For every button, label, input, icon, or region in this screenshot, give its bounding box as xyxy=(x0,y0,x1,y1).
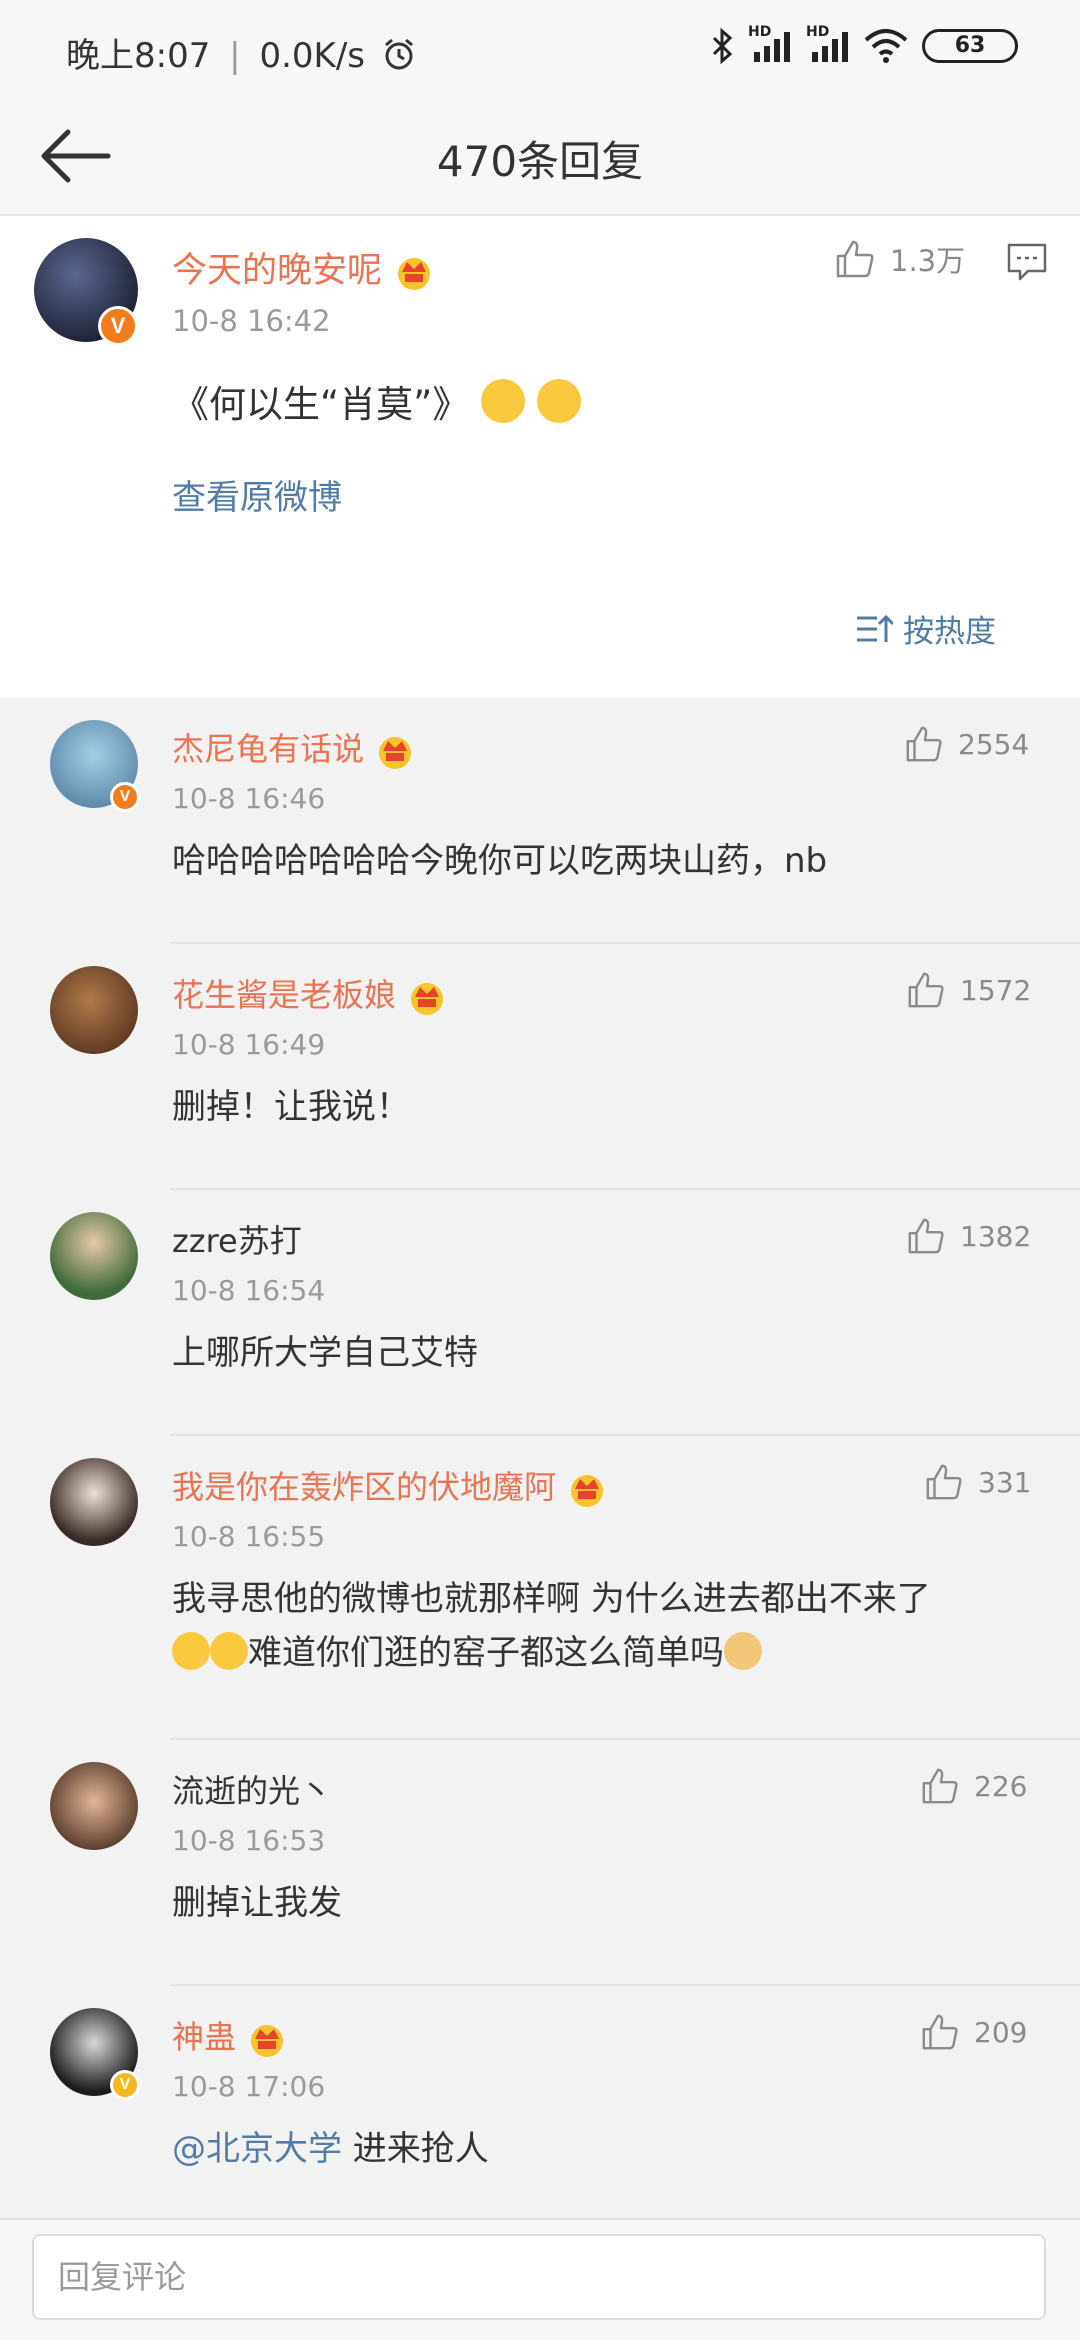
page-title: 470条回复 xyxy=(436,137,644,186)
main-comment: V 今天的晚安呢 10-8 16:42 1.3万 《何以生“肖莫”》 查看原微博… xyxy=(0,216,1080,698)
like-count: 2554 xyxy=(958,727,1030,761)
sort-label: 按热度 xyxy=(903,614,996,650)
crown-icon xyxy=(571,1475,604,1507)
like-button[interactable]: 226 xyxy=(920,1766,1027,1806)
list-item: 我是你在轰炸区的伏地魔阿 10-8 16:55 331 我寻思他的微博也就那样啊… xyxy=(0,1436,1080,1740)
like-count: 331 xyxy=(978,1465,1032,1499)
reply-text-line2: 难道你们逛的窑子都这么简单吗 xyxy=(248,1633,724,1673)
comment-icon[interactable] xyxy=(1006,242,1048,282)
reply-text: @北京大学 进来抢人 xyxy=(172,2122,1042,2176)
author-name[interactable]: 神蛊 xyxy=(172,2018,236,2056)
crown-icon xyxy=(398,258,431,290)
reply-time: 10-8 16:55 xyxy=(172,1520,326,1553)
reply-time: 10-8 16:53 xyxy=(172,1824,326,1857)
reply-author[interactable]: 流逝的光丶 xyxy=(172,1766,332,1812)
mention-link[interactable]: @北京大学 xyxy=(172,2129,342,2169)
like-count: 1.3万 xyxy=(890,244,966,278)
sort-button[interactable]: 按热度 xyxy=(855,606,996,651)
like-count: 1382 xyxy=(960,1219,1032,1253)
crown-icon xyxy=(379,737,412,769)
comment-author[interactable]: 今天的晚安呢 xyxy=(172,242,435,293)
like-button[interactable]: 331 xyxy=(924,1462,1031,1502)
reply-text: 上哪所大学自己艾特 xyxy=(172,1333,478,1373)
nav-bar: 470条回复 xyxy=(0,100,1080,216)
like-button[interactable]: 1.3万 xyxy=(834,238,965,280)
reply-time: 10-8 16:49 xyxy=(172,1028,326,1061)
reply-text: 删掉！让我说！ xyxy=(172,1087,410,1127)
like-count: 1572 xyxy=(960,973,1032,1007)
reply-text-line1: 我寻思他的微博也就那样啊 为什么进去都出不来了 xyxy=(172,1579,931,1619)
list-item: V 杰尼龟有话说 10-8 16:46 2554 哈哈哈哈哈哈哈今晚你可以吃两块… xyxy=(0,698,1080,944)
like-button[interactable]: 2554 xyxy=(904,724,1029,764)
reply-author[interactable]: 花生酱是老板娘 xyxy=(172,970,448,1017)
reply-author[interactable]: 神蛊 xyxy=(172,2012,288,2059)
verified-icon: V xyxy=(98,306,138,346)
reply-author[interactable]: 我是你在轰炸区的伏地魔阿 xyxy=(172,1462,608,1509)
reply-input[interactable]: 回复评论 xyxy=(32,2234,1046,2320)
status-right: HD HD 63 xyxy=(710,24,1018,64)
list-item: V 神蛊 10-8 17:06 209 @北京大学 进来抢人 xyxy=(0,1986,1080,2218)
avatar[interactable] xyxy=(50,1458,138,1546)
sort-icon xyxy=(857,614,893,642)
reply-author[interactable]: zzre苏打 xyxy=(172,1216,302,1262)
avatar[interactable] xyxy=(50,1762,138,1850)
like-icon xyxy=(908,1218,944,1254)
author-name[interactable]: 今天的晚安呢 xyxy=(172,251,382,291)
reply-text: 哈哈哈哈哈哈哈今晚你可以吃两块山药，nb xyxy=(172,841,828,881)
surprised-emoji-icon xyxy=(536,379,581,423)
like-icon xyxy=(926,1464,962,1500)
comment-body: 《何以生“肖莫”》 xyxy=(172,383,470,426)
status-left: 晚上8:07 | 0.0K/s xyxy=(66,28,416,77)
status-time: 晚上8:07 xyxy=(66,36,211,76)
status-network-speed: 0.0K/s xyxy=(259,36,365,76)
avatar[interactable] xyxy=(50,966,138,1054)
status-bar: 晚上8:07 | 0.0K/s HD HD 63 xyxy=(0,0,1080,100)
reply-time: 10-8 17:06 xyxy=(172,2070,326,2103)
comment-time: 10-8 16:42 xyxy=(172,304,331,338)
reply-text: 删掉让我发 xyxy=(172,1883,342,1923)
bluetooth-icon xyxy=(712,28,733,64)
author-name[interactable]: 流逝的光丶 xyxy=(172,1772,332,1810)
comment-text: 《何以生“肖莫”》 xyxy=(172,374,581,428)
reply-text-line2-wrap: 难道你们逛的窑子都这么简单吗 xyxy=(172,1626,1042,1680)
reply-time: 10-8 16:46 xyxy=(172,782,326,815)
like-icon xyxy=(906,726,942,762)
author-name[interactable]: 我是你在轰炸区的伏地魔阿 xyxy=(172,1468,556,1506)
like-icon xyxy=(908,972,944,1008)
like-icon xyxy=(922,1768,958,1804)
reply-time: 10-8 16:54 xyxy=(172,1274,326,1307)
doge-emoji-icon xyxy=(724,1632,762,1670)
reply-bar: 回复评论 xyxy=(0,2218,1080,2340)
like-icon xyxy=(836,240,874,278)
like-button[interactable]: 209 xyxy=(920,2012,1027,2052)
crown-icon xyxy=(411,983,444,1015)
like-button[interactable]: 1382 xyxy=(906,1216,1031,1256)
surprised-emoji-icon xyxy=(481,379,526,423)
author-name[interactable]: 杰尼龟有话说 xyxy=(172,730,364,768)
like-count: 226 xyxy=(974,1769,1028,1803)
reply-text-body: 进来抢人 xyxy=(342,2129,489,2169)
list-item: 花生酱是老板娘 10-8 16:49 1572 删掉！让我说！ xyxy=(0,944,1080,1190)
author-name[interactable]: zzre苏打 xyxy=(172,1222,302,1260)
reply-text: 我寻思他的微博也就那样啊 为什么进去都出不来了 难道你们逛的窑子都这么简单吗 xyxy=(172,1572,1042,1680)
verified-icon: V xyxy=(110,782,140,812)
crown-icon xyxy=(251,2025,284,2057)
laughing-emoji-icon xyxy=(210,1632,248,1670)
signal-icon-2: HD xyxy=(806,24,850,64)
avatar[interactable] xyxy=(50,1212,138,1300)
signal-icon: HD xyxy=(748,24,792,64)
list-item: 流逝的光丶 10-8 16:53 226 删掉让我发 xyxy=(0,1740,1080,1986)
verified-icon: V xyxy=(110,2070,140,2100)
laughing-emoji-icon xyxy=(172,1632,210,1670)
like-count: 209 xyxy=(974,2015,1028,2049)
author-name[interactable]: 花生酱是老板娘 xyxy=(172,976,396,1014)
view-original-link[interactable]: 查看原微博 xyxy=(172,470,342,519)
reply-author[interactable]: 杰尼龟有话说 xyxy=(172,724,416,771)
wifi-icon xyxy=(864,29,908,63)
list-item: zzre苏打 10-8 16:54 1382 上哪所大学自己艾特 xyxy=(0,1190,1080,1436)
alarm-icon xyxy=(384,38,413,70)
like-button[interactable]: 1572 xyxy=(906,970,1031,1010)
battery-indicator: 63 xyxy=(922,29,1018,63)
like-icon xyxy=(922,2014,958,2050)
